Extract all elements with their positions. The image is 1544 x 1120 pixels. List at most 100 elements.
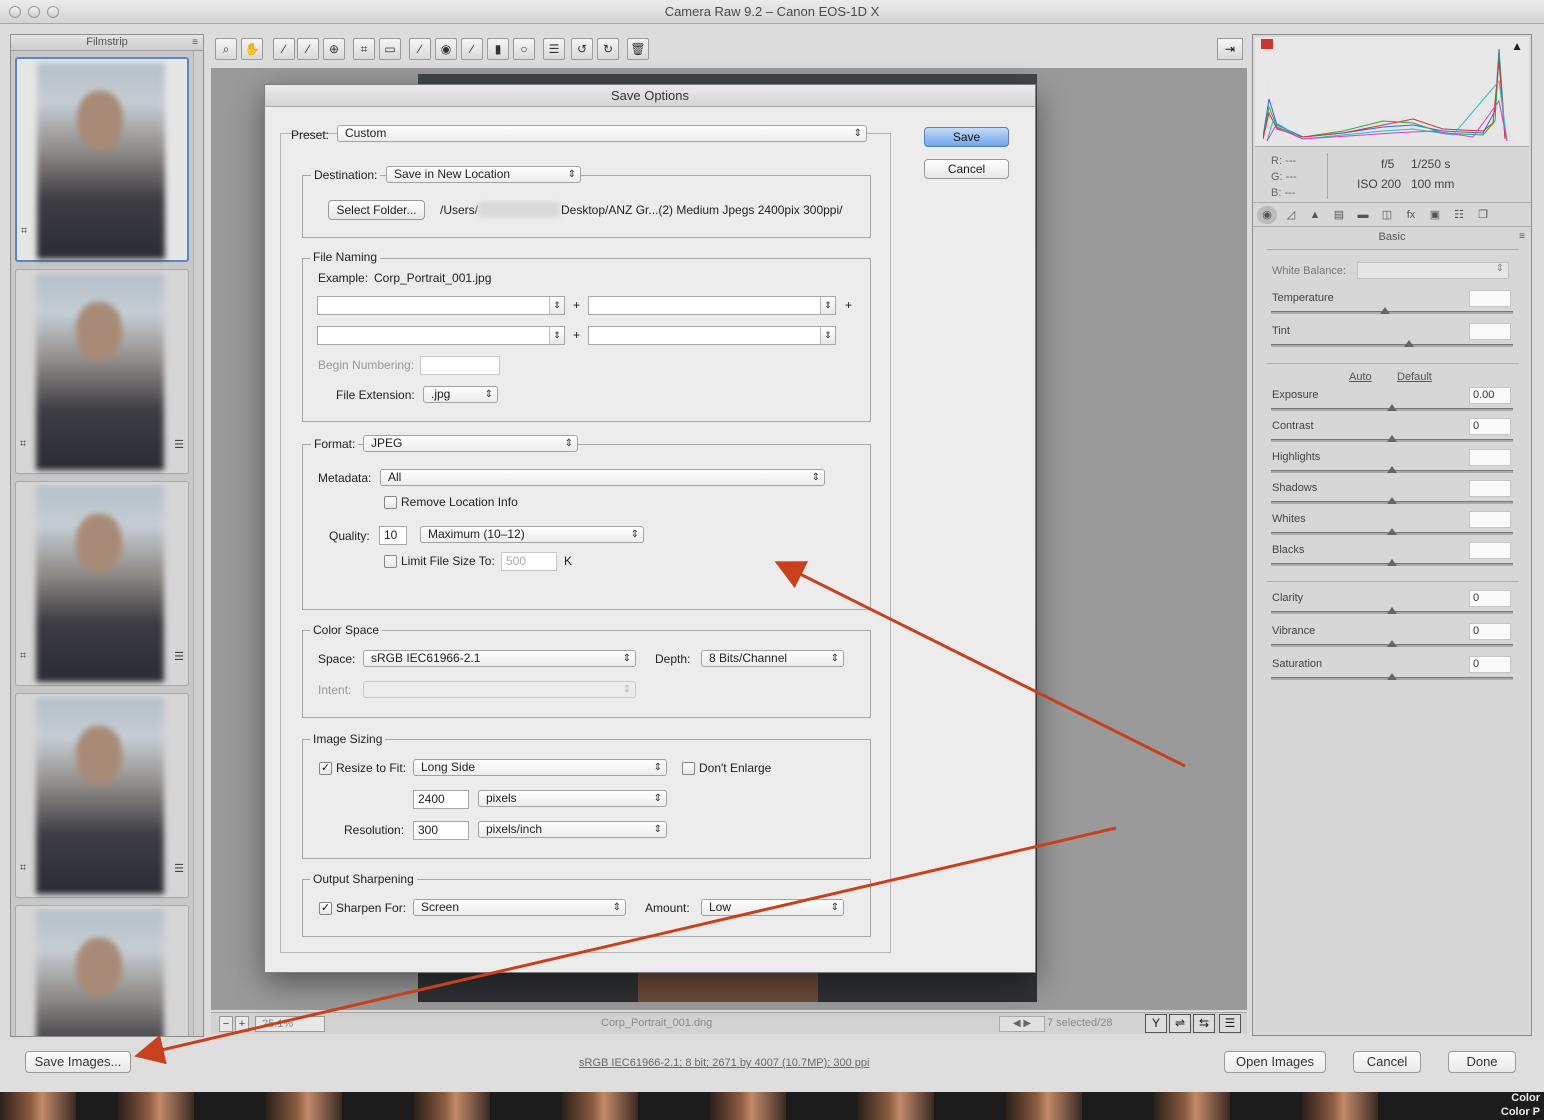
radial-filter-icon[interactable]: ○ [513,38,535,60]
slider-track[interactable] [1271,466,1513,473]
slider-value-input[interactable]: 0 [1469,590,1511,607]
crop-icon[interactable]: ⌗ [353,38,375,60]
metadata-select[interactable]: All [380,469,825,486]
tab-basic-icon[interactable]: ◉ [1257,206,1277,224]
graduated-filter-icon[interactable]: ▮ [487,38,509,60]
slider-handle[interactable] [1387,466,1397,473]
naming-field-3[interactable]: ⇕ [317,326,565,345]
slider-handle[interactable] [1379,307,1390,314]
destination-select[interactable]: Save in New Location [386,166,581,183]
quality-preset-select[interactable]: Maximum (10–12) [420,526,644,543]
rotate-ccw-icon[interactable]: ↺ [571,38,593,60]
slider-value-input[interactable]: 0.00 [1469,387,1511,404]
slider-value-input[interactable] [1469,511,1511,528]
filmstrip-menu-icon[interactable]: ≡ [192,35,198,50]
zoom-out-button[interactable]: − [219,1016,233,1032]
slider-handle[interactable] [1387,640,1397,647]
color-sampler-icon[interactable]: ⁄ [297,38,319,60]
sharpen-amount-select[interactable]: Low [701,899,844,916]
filmstrip-thumbnail[interactable]: ⌗ ☰ [15,693,189,898]
slider-track[interactable] [1271,528,1513,535]
target-adjust-icon[interactable]: ⊕ [323,38,345,60]
slider-track[interactable] [1271,640,1513,647]
intent-select[interactable] [363,681,636,698]
slider-handle[interactable] [1403,340,1414,347]
slider-handle[interactable] [1387,404,1397,411]
slider-value-input[interactable] [1469,290,1511,307]
slider-track[interactable] [1271,497,1513,504]
naming-field-2[interactable]: ⇕ [588,296,836,315]
slider-track[interactable] [1271,307,1513,314]
slider-value-input[interactable] [1469,480,1511,497]
open-images-button[interactable]: Open Images [1224,1051,1326,1073]
slider-track[interactable] [1271,673,1513,680]
tab-split-toning-icon[interactable]: ▬ [1353,206,1373,224]
done-button[interactable]: Done [1448,1051,1516,1073]
file-extension-select[interactable]: .jpg [423,386,498,403]
zoom-icon[interactable]: ⌕ [215,38,237,60]
resize-to-fit-checkbox[interactable]: ✓ [319,762,332,775]
tab-presets-icon[interactable]: ☷ [1449,206,1469,224]
slider-handle[interactable] [1387,497,1397,504]
slider-track[interactable] [1271,435,1513,442]
tab-lens-icon[interactable]: ◫ [1377,206,1397,224]
preferences-icon[interactable]: ☰ [543,38,565,60]
red-eye-icon[interactable]: ◉ [435,38,457,60]
filmstrip-scrollbar[interactable] [193,51,203,1036]
naming-field-4[interactable]: ⇕ [588,326,836,345]
resolution-input[interactable]: 300 [413,821,469,840]
limit-file-size-input[interactable]: 500 [501,552,557,571]
fullscreen-toggle-icon[interactable]: ⇥ [1217,38,1243,60]
white-balance-select[interactable] [1357,262,1509,279]
save-images-button[interactable]: Save Images... [25,1051,131,1073]
slider-handle[interactable] [1387,559,1397,566]
adjustment-brush-icon[interactable]: ⁄ [461,38,483,60]
straighten-icon[interactable]: ▭ [379,38,401,60]
view-options-icon[interactable]: ☰ [1219,1014,1241,1033]
hand-icon[interactable]: ✋ [241,38,263,60]
slider-handle[interactable] [1387,528,1397,535]
rotate-cw-icon[interactable]: ↻ [597,38,619,60]
remove-location-checkbox[interactable] [384,496,397,509]
format-select[interactable]: JPEG [363,435,578,452]
image-navigation-arrows[interactable]: ◀ ▶ [999,1016,1045,1032]
bit-depth-select[interactable]: 8 Bits/Channel [701,650,844,667]
save-button[interactable]: Save [924,127,1009,147]
tab-tone-curve-icon[interactable]: ◿ [1281,206,1301,224]
compare-icon[interactable]: ⇌ [1169,1014,1191,1033]
spot-removal-icon[interactable]: ⁄ [409,38,431,60]
filmstrip-thumbnail[interactable]: ⌗ ☰ [15,269,189,474]
slider-handle[interactable] [1387,673,1397,680]
slider-track[interactable] [1271,340,1513,347]
slider-track[interactable] [1271,607,1513,614]
filmstrip-thumbnail[interactable]: ⌗ ☰ [15,481,189,686]
trash-icon[interactable]: 🗑 [627,38,649,60]
slider-handle[interactable] [1387,607,1397,614]
size-unit-select[interactable]: pixels [478,790,667,807]
resolution-unit-select[interactable]: pixels/inch [478,821,667,838]
cancel-button[interactable]: Cancel [1353,1051,1421,1073]
resize-to-fit-select[interactable]: Long Side [413,759,667,776]
cancel-button[interactable]: Cancel [924,159,1009,179]
begin-numbering-input[interactable] [420,356,500,375]
zoom-in-button[interactable]: + [235,1016,249,1032]
default-link[interactable]: Default [1397,371,1432,383]
tab-effects-icon[interactable]: fx [1401,206,1421,224]
white-balance-icon[interactable]: ⁄ [273,38,295,60]
sharpen-for-select[interactable]: Screen [413,899,626,916]
auto-link[interactable]: Auto [1349,371,1372,383]
naming-field-1[interactable]: ⇕ [317,296,565,315]
slider-track[interactable] [1271,404,1513,411]
sharpen-for-checkbox[interactable]: ✓ [319,902,332,915]
filter-icon[interactable]: Y [1145,1014,1167,1033]
quality-input[interactable]: 10 [379,526,407,545]
zoom-level-select[interactable]: 25.1% [255,1016,325,1032]
color-space-select[interactable]: sRGB IEC61966-2.1 [363,650,636,667]
filmstrip-thumbnail[interactable]: ⌗ [15,57,189,262]
slider-value-input[interactable]: 0 [1469,418,1511,435]
select-folder-button[interactable]: Select Folder... [328,200,425,220]
workflow-options-link[interactable]: sRGB IEC61966-2.1; 8 bit; 2671 by 4007 (… [579,1057,869,1069]
tab-snapshots-icon[interactable]: ❐ [1473,206,1493,224]
tab-detail-icon[interactable]: ▲ [1305,206,1325,224]
long-side-size-input[interactable]: 2400 [413,790,469,809]
